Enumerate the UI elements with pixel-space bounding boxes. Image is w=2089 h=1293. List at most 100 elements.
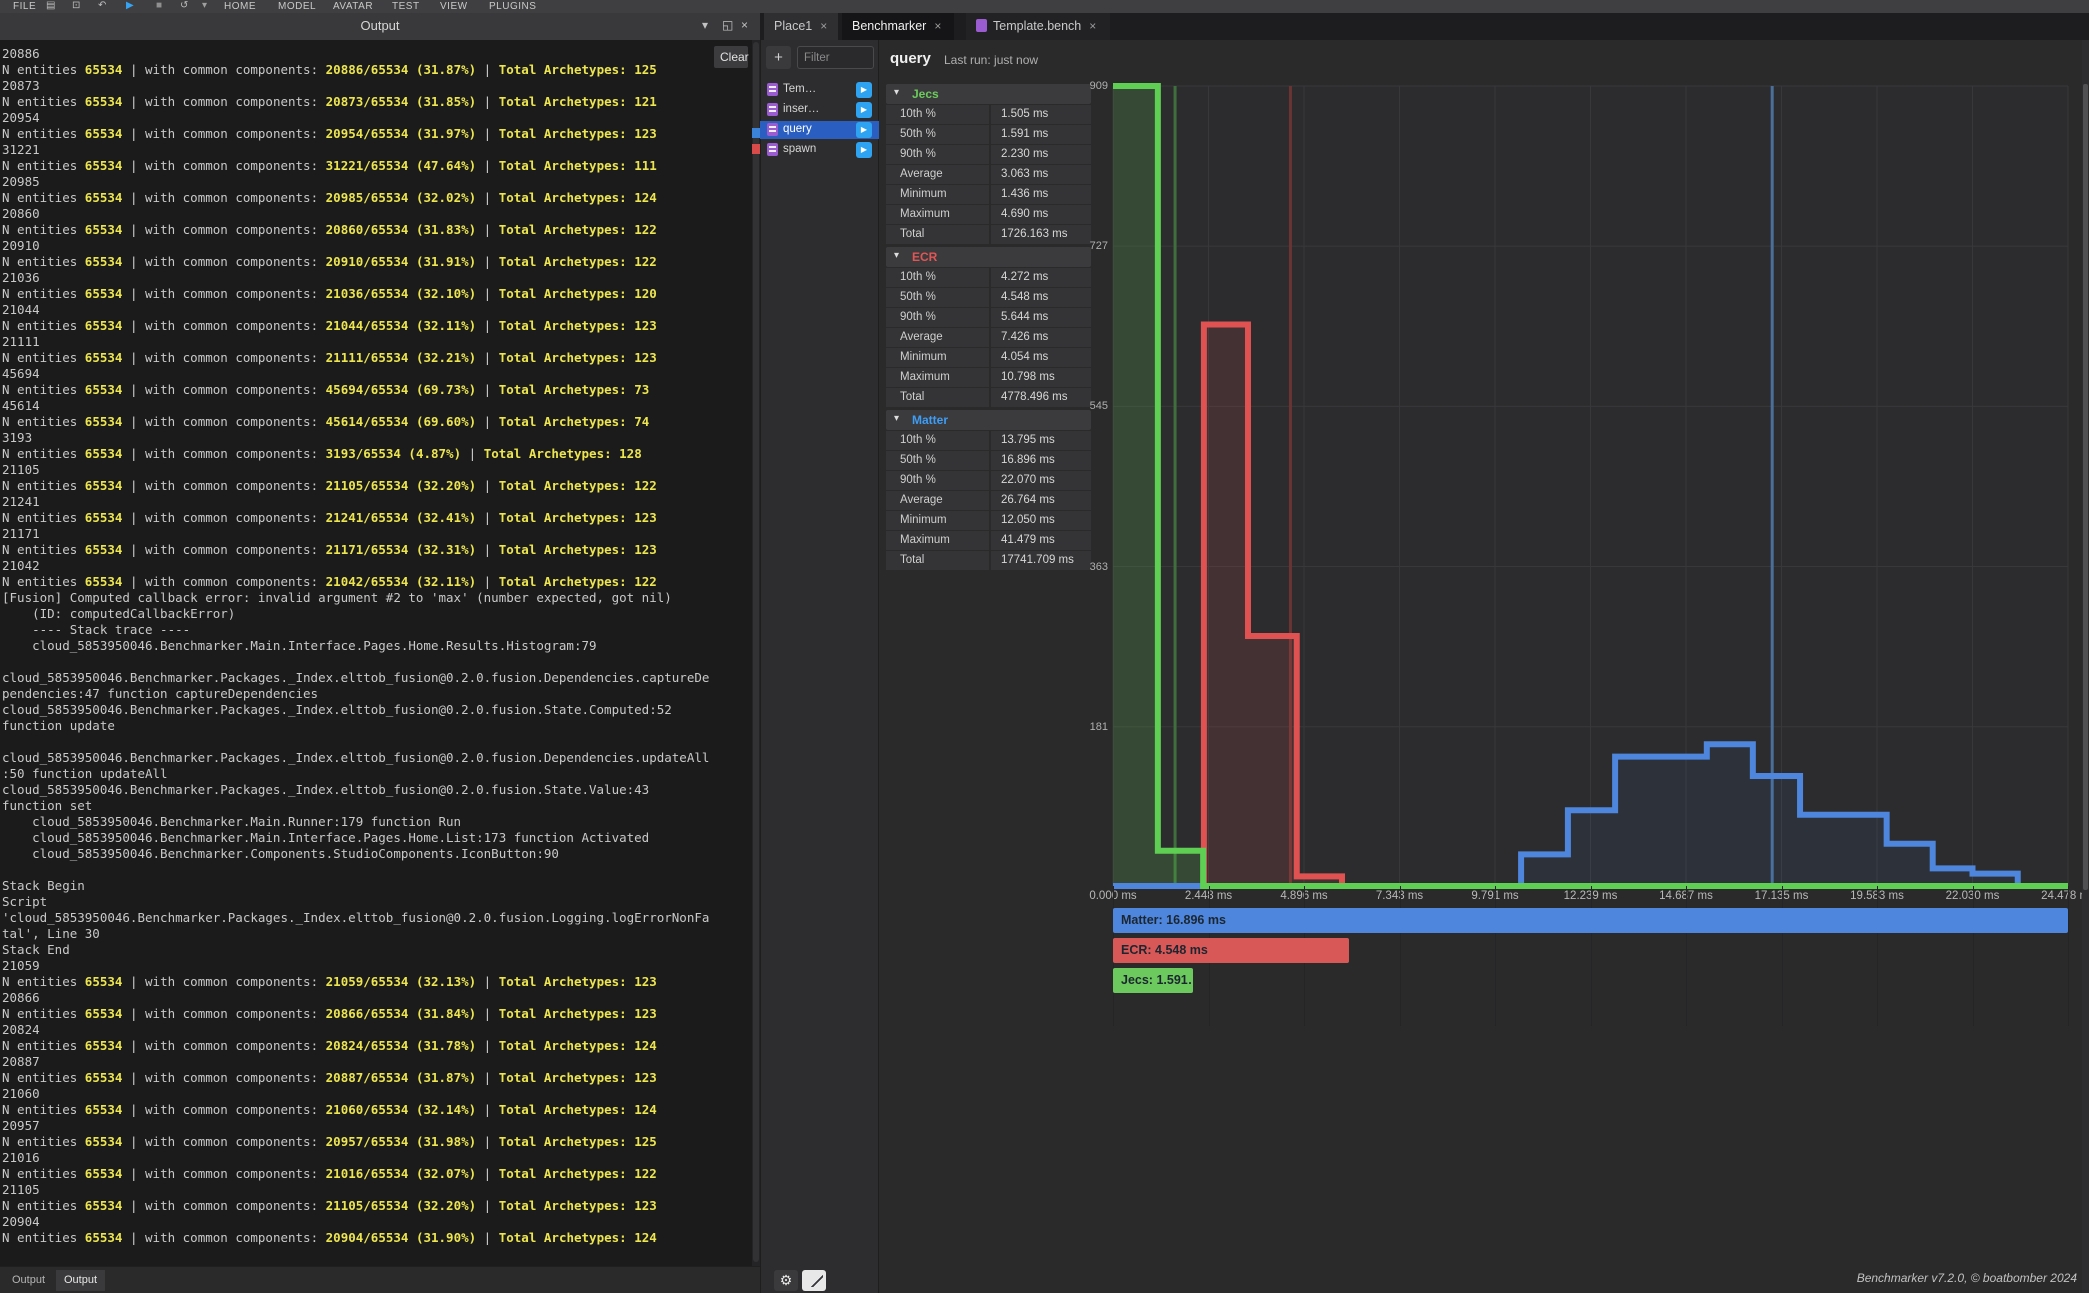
add-benchmark-button[interactable]: + — [766, 46, 791, 69]
console-bench-line: N entities 65534 | with common component… — [2, 1006, 752, 1022]
stat-row-value: 4.272 ms — [991, 268, 1091, 287]
output-scrollbar-thumb[interactable] — [753, 42, 759, 1262]
benchmark-item-query[interactable]: query▶ — [760, 121, 879, 139]
console-bench-line: N entities 65534 | with common component… — [2, 510, 752, 526]
output-bottom-tab[interactable]: Output — [4, 1270, 53, 1291]
script-icon — [767, 83, 778, 96]
console-bench-line: N entities 65534 | with common component… — [2, 62, 752, 78]
console-count-line: 21105 — [2, 462, 752, 478]
tab-place1[interactable]: Place1× — [764, 13, 838, 40]
benchmark-item-tem[interactable]: Tem… ▶ — [760, 81, 879, 99]
play-icon[interactable]: ▶ — [126, 0, 134, 11]
console-count-line: 20824 — [2, 1022, 752, 1038]
console-bench-line: N entities 65534 | with common component… — [2, 318, 752, 334]
tab-template-bench[interactable]: Template.bench× — [966, 13, 1110, 40]
top-toolbar: FILE ▤ ⊡ ↶ ▶ ■ ↺ ▾ HOME MODEL AVATAR TEST VIEW PLUG… — [0, 0, 2089, 13]
chevron-down-icon[interactable]: ▾ — [894, 87, 899, 98]
y-axis-tick-label: 181 — [1062, 721, 1108, 733]
clear-button[interactable]: Clear — [714, 46, 748, 68]
run-benchmark-play-button[interactable]: ▶ — [856, 122, 872, 138]
output-scrollbar[interactable] — [752, 40, 760, 1266]
output-console[interactable]: 20886N entities 65534 | with common comp… — [0, 40, 752, 1266]
save-icon[interactable]: ⊡ — [72, 0, 80, 11]
console-count-line: 20910 — [2, 238, 752, 254]
stat-row-value: 7.426 ms — [991, 328, 1091, 347]
output-bottom-tabbar: OutputOutput — [0, 1266, 760, 1293]
gridline-extension — [1973, 886, 1974, 1026]
gridline-extension — [2068, 886, 2069, 1026]
close-icon[interactable]: × — [741, 18, 748, 32]
settings-gear-icon[interactable]: ⚙ — [774, 1270, 798, 1291]
console-bench-line: N entities 65534 | with common component… — [2, 1070, 752, 1086]
stat-row-label: Average — [886, 328, 989, 347]
console-log-line: Stack End — [2, 942, 752, 958]
close-tab-icon[interactable]: × — [934, 19, 941, 33]
benchmark-item-inser[interactable]: inser… ▶ — [760, 101, 879, 119]
menu-model[interactable]: MODEL — [278, 1, 316, 12]
stop-icon[interactable]: ■ — [156, 0, 162, 11]
menu-plugins[interactable]: PLUGINS — [489, 1, 536, 12]
last-run-label: Last run: just now — [944, 53, 1038, 67]
console-log-line: cloud_5853950046.Benchmarker.Main.Runner… — [2, 814, 752, 830]
section-title: Jecs — [912, 87, 939, 101]
console-bench-line: N entities 65534 | with common component… — [2, 542, 752, 558]
console-bench-line: N entities 65534 | with common component… — [2, 158, 752, 174]
section-header-matter[interactable]: ▾Matter — [886, 410, 1091, 430]
filter-input[interactable] — [797, 46, 874, 69]
script-icon — [767, 143, 778, 156]
stat-row-label: Maximum — [886, 368, 989, 387]
section-header-ecr[interactable]: ▾ ECR — [886, 247, 1091, 267]
document-tabstrip: Place1×Benchmarker× Template.bench× — [760, 13, 2089, 40]
legend-label: Matter: 16.896 ms — [1113, 908, 2068, 933]
section-header-jecs[interactable]: ▾ Jecs — [886, 84, 1091, 104]
tab-benchmarker[interactable]: Benchmarker× — [842, 13, 954, 40]
document-icon[interactable]: ▤ — [46, 0, 55, 11]
stat-row-label: Average — [886, 491, 989, 510]
console-count-line: 21111 — [2, 334, 752, 350]
chevron-down-icon[interactable]: ▾ — [894, 413, 899, 424]
undo-icon[interactable]: ↶ — [98, 0, 106, 11]
console-count-line: 20957 — [2, 1118, 752, 1134]
stat-row-label: Total — [886, 551, 989, 570]
stat-row-value: 13.795 ms — [991, 431, 1091, 450]
file-menu[interactable]: FILE — [13, 1, 36, 12]
gridline-extension — [1877, 886, 1878, 1026]
console-log-line: cloud_5853950046.Benchmarker.Components.… — [2, 846, 752, 862]
stat-row-value: 1.591 ms — [991, 125, 1091, 144]
console-log-line: cloud_5853950046.Benchmarker.Packages._I… — [2, 702, 752, 718]
console-log-line: function update — [2, 718, 752, 734]
benchmark-list-panel — [760, 40, 879, 1293]
console-count-line: 20860 — [2, 206, 752, 222]
console-count-line: 20873 — [2, 78, 752, 94]
menu-home[interactable]: HOME — [224, 1, 256, 12]
output-bottom-tab[interactable]: Output — [56, 1270, 105, 1291]
console-count-line: 20886 — [2, 46, 752, 62]
run-benchmark-play-button[interactable]: ▶ — [856, 82, 872, 98]
chevron-down-icon[interactable]: ▾ — [202, 0, 207, 11]
section-title: ECR — [912, 250, 937, 264]
stat-row-label: 50th % — [886, 125, 989, 144]
menu-view[interactable]: VIEW — [440, 1, 468, 12]
dock-icon[interactable]: ◱ — [722, 18, 733, 32]
chevron-down-icon[interactable]: ▾ — [894, 250, 899, 261]
stat-row-value: 26.764 ms — [991, 491, 1091, 510]
benchmark-item-label: inser… — [783, 103, 819, 115]
close-tab-icon[interactable]: × — [1089, 19, 1096, 33]
right-scrollbar-thumb[interactable] — [2083, 84, 2088, 890]
docs-book-icon[interactable] — [802, 1270, 826, 1291]
stat-row-value: 3.063 ms — [991, 165, 1091, 184]
stat-row-label: Maximum — [886, 531, 989, 550]
benchmark-item-spawn[interactable]: spawn▶ — [760, 141, 879, 159]
console-bench-line: N entities 65534 | with common component… — [2, 190, 752, 206]
console-log-line: pendencies:47 function captureDependenci… — [2, 686, 752, 702]
close-tab-icon[interactable]: × — [820, 19, 827, 33]
chevron-down-icon[interactable]: ▾ — [702, 18, 708, 32]
redo-icon[interactable]: ↺ — [180, 0, 188, 11]
console-log-line: Script — [2, 894, 752, 910]
menu-test[interactable]: TEST — [392, 1, 420, 12]
run-benchmark-play-button[interactable]: ▶ — [856, 142, 872, 158]
gridline-extension — [1686, 886, 1687, 1026]
menu-avatar[interactable]: AVATAR — [333, 1, 373, 12]
benchmark-item-label: Tem… — [783, 83, 816, 95]
run-benchmark-play-button[interactable]: ▶ — [856, 102, 872, 118]
